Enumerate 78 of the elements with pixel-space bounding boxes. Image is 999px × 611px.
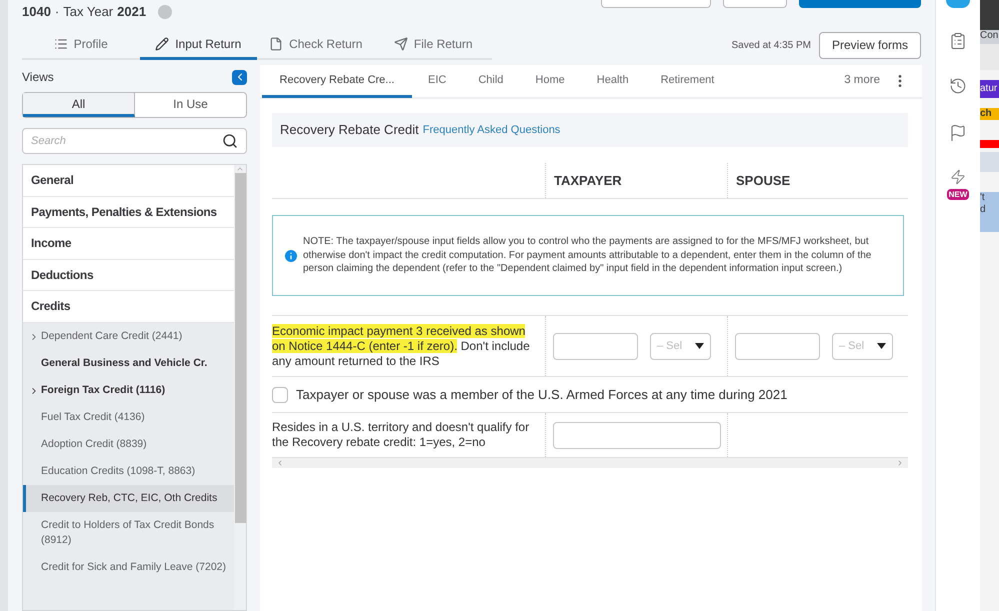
nav-category[interactable]: Income [23,228,234,260]
search-field[interactable]: Search [22,128,247,154]
window-text: Con [980,30,999,44]
toolbar-button[interactable] [723,0,787,8]
nav-category[interactable]: Deductions [23,260,234,291]
document-icon [269,36,284,50]
toolbar-button[interactable] [601,0,711,8]
window-text: d [980,204,987,216]
amount-field[interactable] [553,332,638,360]
scroll-right-icon[interactable] [896,459,904,467]
scroll-up-icon[interactable] [236,165,244,173]
nav-category[interactable]: Credits [23,291,234,322]
preview-forms-button[interactable]: Preview forms [818,32,921,58]
view-toggle[interactable]: In Use [135,93,246,117]
section-tab[interactable]: EIC [412,66,462,98]
faq-link[interactable]: Frequently Asked Questions [422,122,560,138]
field-label: Economic impact payment 3 received as shown on Notice 1444-C (enter -1 if zero). Don't include any amount returned to the IRS [272,324,531,368]
main-tab[interactable]: Check Return [257,30,374,60]
nav-item[interactable]: Foreign Tax Credit (1116) [23,376,234,404]
saved-status: Saved at 4:35 PM [731,38,811,52]
checkbox-label: Taxpayer or spouse was a member of the U.S. Armed Forces at any time during 2021 [296,386,788,404]
history-icon[interactable] [949,77,967,95]
input-field[interactable] [553,422,721,448]
section-tab[interactable]: Recovery Rebate Cre... [262,66,412,98]
nav-item[interactable]: Adoption Credit (8839) [23,430,234,458]
main-tab[interactable]: Profile [22,30,140,60]
separator-dot: · [54,3,60,21]
flag-icon[interactable] [949,124,967,142]
views-label: Views [22,69,54,86]
section-tab[interactable]: Retirement [644,66,730,98]
nav-item[interactable]: General Business and Vehicle Cr. [23,350,234,376]
pencil-icon [155,36,170,50]
avatar[interactable] [946,0,970,8]
main-tab[interactable]: Input Return [140,30,257,60]
section-tab[interactable]: Health [580,66,645,98]
scrollbar[interactable] [234,165,246,610]
field-label: Resides in a U.S. territory and doesn't qualify for the Recovery rebate credit: 1=yes, 2=no [272,420,530,450]
form-number: 1040 [22,3,51,21]
list-icon [54,36,68,50]
window-toolbar [980,0,999,30]
primary-button[interactable] [799,0,921,8]
alert-bar [980,140,999,148]
search-input[interactable]: Search [31,132,222,150]
nav-category[interactable]: Payments, Penalties & Extensions [23,196,234,228]
window-text: 't [980,192,986,204]
collapse-button[interactable] [232,70,247,84]
nav-category[interactable]: General [23,165,234,196]
tax-year-label: Tax Year [63,3,114,21]
note-text: NOTE: The taxpayer/spouse input fields allow you to control who the payments are assigned to for the MFS/MFJ worksheet, but otherwise don't impact the credit computation. For payment amounts attributable to a dependent, enter them in the column of the person claiming the dependent (refer to the "Dependent claimed by" input field in the dependent information input screen.) [303,235,872,276]
tax-year: 2021 [117,3,146,21]
nav-item[interactable]: Fuel Tax Credit (4136) [23,404,234,430]
main-tab[interactable]: File Return [374,30,492,60]
nav-item[interactable]: Credit for Sick and Family Leave (7202) [23,554,234,580]
amount-field[interactable] [735,332,820,360]
nav-item[interactable]: Dependent Care Credit (2441) [23,322,234,350]
window-text: atur [980,80,999,98]
more-tabs-button[interactable]: 3 more [844,72,880,90]
caret-icon [695,343,704,349]
lightning-icon[interactable] [950,169,966,185]
section-tab[interactable]: Home [519,66,581,98]
window-text: ch [980,108,999,120]
column-header: TAXPAYER [554,172,622,190]
nav-item[interactable]: Education Credits (1098-T, 8863) [23,458,234,484]
caret-icon [877,343,886,349]
nav-item[interactable]: Credit to Holders of Tax Credit Bonds (8912) [23,512,234,554]
section-title: Recovery Rebate Credit [280,121,419,140]
scroll-left-icon[interactable] [276,459,284,467]
nav-item[interactable]: Recovery Reb, CTC, EIC, Oth Credits [23,484,234,512]
section-tab[interactable]: Child [462,66,520,98]
column-header: SPOUSE [736,172,790,190]
new-badge: NEW [946,189,970,200]
view-toggle[interactable]: All [23,93,135,117]
search-icon [222,133,238,149]
horizontal-scrollbar[interactable] [272,458,908,468]
checkbox[interactable] [272,386,288,402]
clipboard-icon[interactable] [949,32,967,50]
paper-plane-icon [394,36,408,50]
window-header-bar [980,152,999,172]
